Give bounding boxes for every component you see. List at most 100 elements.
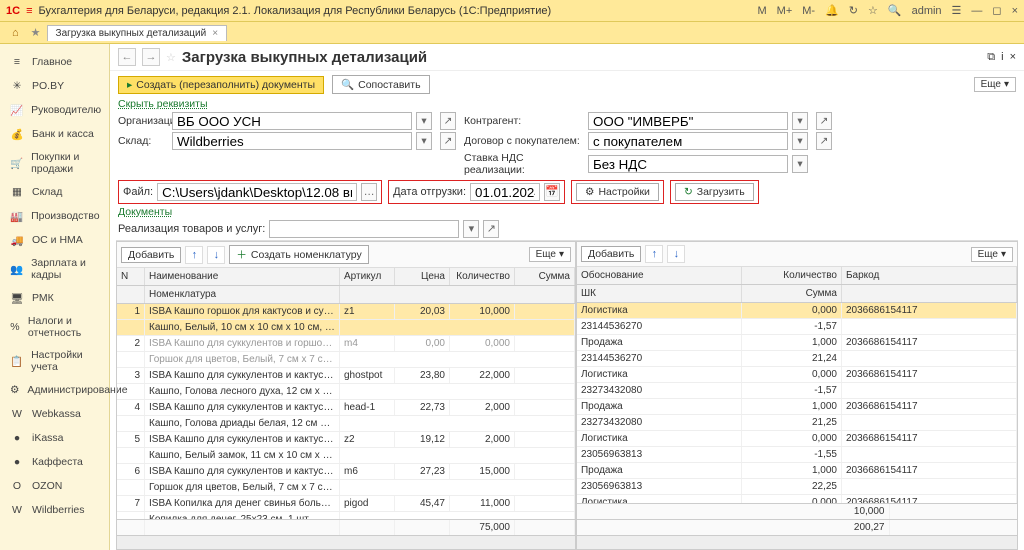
- kontr-open-icon[interactable]: ↗: [816, 112, 832, 130]
- table-row-sub[interactable]: Копилка для денег, 25х23 см, 1 шт: [117, 512, 575, 519]
- table-row[interactable]: Продажа1,0002036686154117: [577, 335, 1017, 351]
- sidebar-item[interactable]: OOZON: [0, 474, 109, 498]
- table-row[interactable]: Продажа1,0002036686154117: [577, 463, 1017, 479]
- sidebar-item[interactable]: ●Каффеста: [0, 450, 109, 474]
- mminus-indicator[interactable]: M-: [802, 5, 815, 17]
- right-up-icon[interactable]: ↑: [645, 245, 663, 263]
- table-row[interactable]: 2327343208021,25: [577, 415, 1017, 431]
- table-row[interactable]: 23144536270-1,57: [577, 319, 1017, 335]
- sidebar-item[interactable]: WWebkassa: [0, 402, 109, 426]
- table-row-sub[interactable]: Кашпо, Белый, 10 см х 10 см х 10 см, 0,4…: [117, 320, 575, 336]
- right-col-obos[interactable]: Обоснование: [577, 267, 742, 284]
- mplus-indicator[interactable]: M+: [777, 5, 793, 17]
- right-add-button[interactable]: Добавить: [581, 246, 641, 262]
- sidebar-item[interactable]: ●iKassa: [0, 426, 109, 450]
- m-indicator[interactable]: M: [757, 5, 766, 17]
- right-col-bar[interactable]: Баркод: [842, 267, 1017, 284]
- star-icon[interactable]: ☆: [868, 4, 878, 17]
- tab-active[interactable]: Загрузка выкупных детализаций ×: [47, 25, 228, 41]
- nds-input[interactable]: [588, 155, 788, 173]
- sklad-drop-icon[interactable]: ▾: [416, 132, 432, 150]
- tab-star-icon[interactable]: ★: [25, 26, 47, 39]
- home-icon[interactable]: ⌂: [6, 27, 25, 39]
- right-more-button[interactable]: Еще▾: [971, 247, 1013, 262]
- right-col-kol[interactable]: Количество: [742, 267, 842, 284]
- left-col-price[interactable]: Цена: [395, 268, 450, 285]
- more-top-button[interactable]: Еще▾: [974, 77, 1016, 92]
- table-row-sub[interactable]: Горшок для цветов, Белый, 7 см х 7 см х …: [117, 352, 575, 368]
- real-drop-icon[interactable]: ▾: [463, 220, 479, 238]
- close-icon[interactable]: ×: [1012, 5, 1018, 17]
- org-input[interactable]: [172, 112, 412, 130]
- table-row[interactable]: 2ISBA Кашпо для суккулентов и горшок для…: [117, 336, 575, 352]
- table-row[interactable]: 3ISBA Кашпо для суккулентов и кактусов г…: [117, 368, 575, 384]
- table-row[interactable]: 23056963813-1,55: [577, 447, 1017, 463]
- real-input[interactable]: [269, 220, 459, 238]
- left-up-icon[interactable]: ↑: [185, 246, 203, 264]
- table-row[interactable]: Логистика0,0002036686154117: [577, 367, 1017, 383]
- nav-back-icon[interactable]: ←: [118, 48, 136, 66]
- right-down-icon[interactable]: ↓: [667, 245, 685, 263]
- table-row[interactable]: 2305696381322,25: [577, 479, 1017, 495]
- bell-icon[interactable]: 🔔: [825, 4, 839, 17]
- left-col-name[interactable]: Наименование: [145, 268, 340, 285]
- table-row[interactable]: Логистика0,0002036686154117: [577, 431, 1017, 447]
- info-icon[interactable]: i: [1001, 51, 1003, 64]
- compare-button[interactable]: 🔍 Сопоставить: [332, 75, 430, 94]
- table-row[interactable]: Продажа1,0002036686154117: [577, 399, 1017, 415]
- table-row-sub[interactable]: Кашпо, Белый замок, 11 см х 10 см х 12 с…: [117, 448, 575, 464]
- right-col-shk[interactable]: ШК: [577, 285, 742, 302]
- file-input[interactable]: [157, 183, 357, 201]
- table-row[interactable]: Логистика0,0002036686154117: [577, 495, 1017, 503]
- search-icon[interactable]: 🔍: [888, 4, 902, 17]
- dog-input[interactable]: [588, 132, 788, 150]
- file-browse-icon[interactable]: …: [361, 183, 377, 201]
- sidebar-item[interactable]: %Налоги и отчетность: [0, 310, 109, 344]
- left-col-nom[interactable]: Номенклатура: [145, 286, 340, 303]
- load-button[interactable]: ↻ Загрузить: [675, 183, 754, 201]
- left-hscroll[interactable]: [117, 535, 575, 549]
- menu-icon[interactable]: ≡: [26, 5, 32, 17]
- kontr-input[interactable]: [588, 112, 788, 130]
- table-row[interactable]: 23273432080-1,57: [577, 383, 1017, 399]
- table-row[interactable]: 1ISBA Кашпо горшок для кактусов и суккул…: [117, 304, 575, 320]
- dog-open-icon[interactable]: ↗: [816, 132, 832, 150]
- nav-fwd-icon[interactable]: →: [142, 48, 160, 66]
- table-row[interactable]: Логистика0,0002036686154117: [577, 303, 1017, 319]
- table-row[interactable]: 6ISBA Кашпо для суккулентов и кактусов м…: [117, 464, 575, 480]
- org-open-icon[interactable]: ↗: [440, 112, 456, 130]
- sidebar-item[interactable]: 🏭Производство: [0, 204, 109, 228]
- org-drop-icon[interactable]: ▾: [416, 112, 432, 130]
- sidebar-item[interactable]: ≡Главное: [0, 50, 109, 74]
- right-col-sum[interactable]: Сумма: [742, 285, 842, 302]
- maximize-icon[interactable]: ◻: [992, 4, 1001, 17]
- docs-link[interactable]: Документы: [110, 206, 172, 218]
- sidebar-item[interactable]: 🖥РМК: [0, 286, 109, 310]
- table-row[interactable]: 7ISBA Копилка для денег свинья большая г…: [117, 496, 575, 512]
- table-row[interactable]: 5ISBA Кашпо для суккулентов и кактусов д…: [117, 432, 575, 448]
- nds-drop-icon[interactable]: ▾: [792, 155, 808, 173]
- sidebar-item[interactable]: ⚙Администрирование: [0, 378, 109, 402]
- sidebar-item[interactable]: WWildberries: [0, 498, 109, 522]
- sidebar-item[interactable]: ▦Склад: [0, 180, 109, 204]
- sidebar-item[interactable]: 📈Руководителю: [0, 98, 109, 122]
- left-col-qty[interactable]: Количество: [450, 268, 515, 285]
- minimize-icon[interactable]: —: [971, 5, 982, 17]
- sidebar-item[interactable]: 📋Настройки учета: [0, 344, 109, 378]
- tab-close-icon[interactable]: ×: [212, 28, 218, 39]
- create-docs-button[interactable]: ▸ Создать (перезаполнить) документы: [118, 76, 324, 94]
- sidebar-item[interactable]: 👥Зарплата и кадры: [0, 252, 109, 286]
- settings-button[interactable]: ⚙ Настройки: [576, 183, 659, 201]
- table-row[interactable]: 4ISBA Кашпо для суккулентов и кактусов г…: [117, 400, 575, 416]
- left-more-button[interactable]: Еще▾: [529, 247, 571, 262]
- page-close-icon[interactable]: ×: [1010, 51, 1016, 64]
- create-nomenclature-button[interactable]: ＋ Создать номенклатуру: [229, 245, 368, 264]
- table-row-sub[interactable]: Кашпо, Голова лесного духа, 12 см х 10 с…: [117, 384, 575, 400]
- sidebar-item[interactable]: 🛒Покупки и продажи: [0, 146, 109, 180]
- sidebar-item[interactable]: 🚚ОС и НМА: [0, 228, 109, 252]
- left-col-art[interactable]: Артикул: [340, 268, 395, 285]
- table-row-sub[interactable]: Горшок для цветов, Белый, 7 см х 7 см х …: [117, 480, 575, 496]
- right-hscroll[interactable]: [577, 535, 1017, 549]
- date-input[interactable]: [470, 183, 540, 201]
- fav-star-icon[interactable]: ☆: [166, 51, 176, 64]
